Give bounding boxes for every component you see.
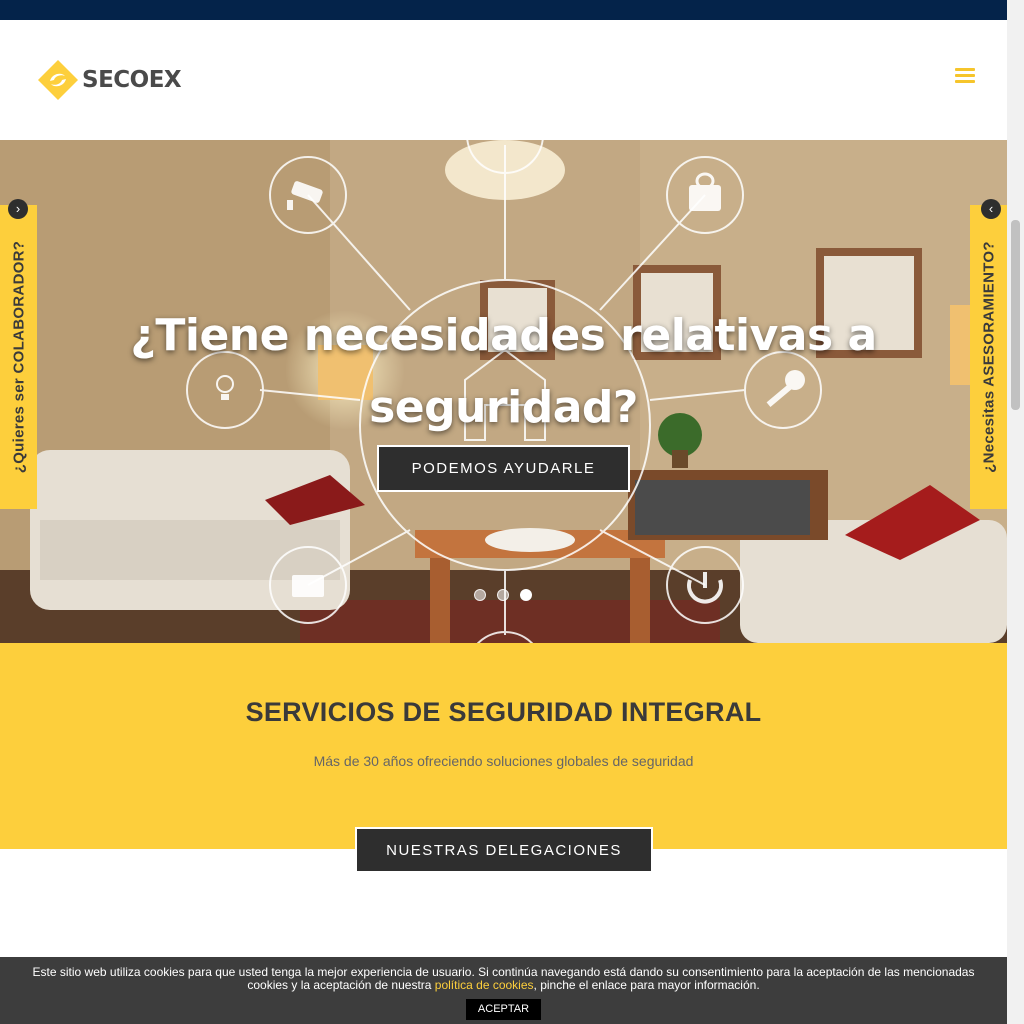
asesoramiento-tab[interactable]: ‹ ¿Necesitas ASESORAMIENTO? bbox=[970, 199, 1007, 509]
logo-text: SECOEX bbox=[82, 67, 182, 93]
scrollbar-thumb[interactable] bbox=[1011, 220, 1020, 410]
cookie-text-after: , pinche el enlace para mayor informació… bbox=[533, 978, 760, 992]
podemos-ayudarle-button[interactable]: PODEMOS AYUDARLE bbox=[377, 445, 630, 492]
chevron-right-icon[interactable]: › bbox=[8, 199, 28, 219]
slider-dot-2[interactable] bbox=[497, 589, 509, 601]
chevron-left-icon[interactable]: ‹ bbox=[981, 199, 1001, 219]
hero-title: ¿Tiene necesidades relativas a seguridad… bbox=[130, 310, 877, 433]
services-section: SERVICIOS DE SEGURIDAD INTEGRAL Más de 3… bbox=[0, 643, 1007, 849]
hero-slider: ¿Tiene necesidades relativas a seguridad… bbox=[0, 140, 1007, 643]
services-title: SERVICIOS DE SEGURIDAD INTEGRAL bbox=[245, 697, 762, 727]
top-bar bbox=[0, 0, 1007, 20]
slider-dot-3[interactable] bbox=[520, 589, 532, 601]
scrollbar[interactable] bbox=[1007, 0, 1024, 1024]
services-subtitle: Más de 30 años ofreciendo soluciones glo… bbox=[313, 753, 694, 769]
slider-pagination bbox=[474, 589, 532, 601]
site-header: SECOEX bbox=[0, 20, 1007, 140]
logo-mark-icon bbox=[38, 60, 78, 100]
hamburger-icon[interactable] bbox=[955, 68, 975, 84]
nuestras-delegaciones-button[interactable]: NUESTRAS DELEGACIONES bbox=[355, 827, 653, 873]
cookie-policy-link[interactable]: política de cookies bbox=[435, 978, 534, 992]
logo[interactable]: SECOEX bbox=[38, 60, 182, 100]
accept-cookies-button[interactable]: ACEPTAR bbox=[465, 999, 542, 1020]
page: SECOEX ¿Tiene necesidades relativas a se… bbox=[0, 0, 1024, 1024]
colaborador-tab-label: ¿Quieres ser COLABORADOR? bbox=[10, 240, 27, 474]
asesoramiento-tab-label: ¿Necesitas ASESORAMIENTO? bbox=[980, 241, 997, 473]
cookie-text: Este sitio web utiliza cookies para que … bbox=[0, 957, 1007, 992]
cookie-banner: Este sitio web utiliza cookies para que … bbox=[0, 957, 1007, 1024]
slider-dot-1[interactable] bbox=[474, 589, 486, 601]
colaborador-tab[interactable]: › ¿Quieres ser COLABORADOR? bbox=[0, 199, 37, 509]
